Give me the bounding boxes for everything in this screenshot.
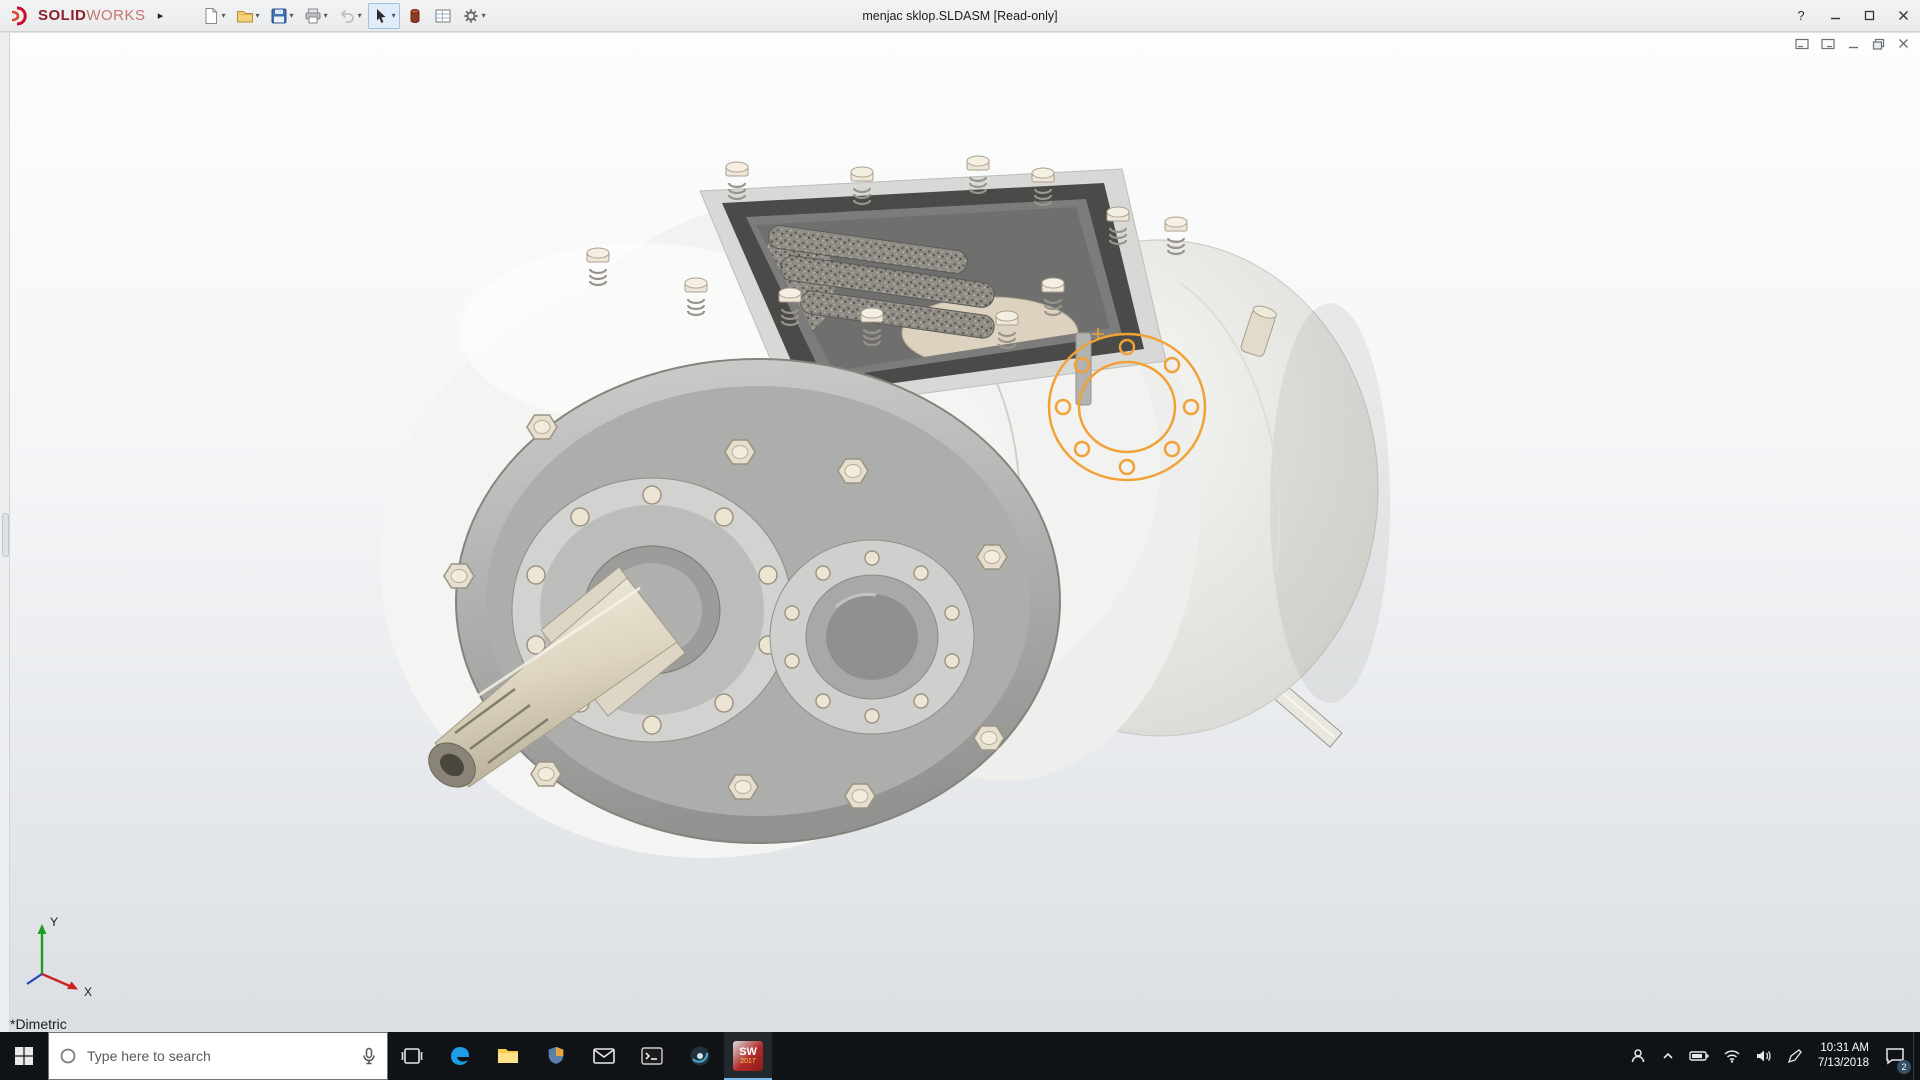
titlebar: SOLIDWORKS ▸ ▾ ▾ ▾ bbox=[0, 0, 1920, 32]
mail-taskbar-button[interactable] bbox=[580, 1032, 628, 1080]
minimize-button[interactable] bbox=[1818, 0, 1852, 31]
network-button[interactable] bbox=[1716, 1032, 1748, 1080]
orientation-triad: Y X bbox=[14, 912, 104, 1002]
gearbox-model[interactable] bbox=[0, 33, 1920, 1032]
security-shield-icon bbox=[545, 1045, 567, 1067]
windows-logo-icon bbox=[14, 1046, 34, 1066]
edge-taskbar-button[interactable] bbox=[436, 1032, 484, 1080]
solidworks-taskbar-button[interactable]: SW 2017 bbox=[724, 1032, 772, 1080]
graphics-viewport[interactable]: Y X *Dimetric bbox=[0, 33, 1920, 1032]
options-button[interactable]: ▾ bbox=[458, 3, 490, 29]
windows-taskbar: Type here to search bbox=[0, 1032, 1920, 1080]
notification-badge: 2 bbox=[1897, 1060, 1911, 1074]
appearance-cylinder-icon bbox=[406, 7, 424, 25]
solidworks-app-icon: SW 2017 bbox=[733, 1041, 763, 1071]
design-table-button[interactable] bbox=[430, 3, 456, 29]
maximize-icon bbox=[1864, 10, 1875, 21]
axis-y-label: Y bbox=[50, 915, 58, 929]
dassault-ds-icon bbox=[8, 6, 34, 26]
save-button[interactable]: ▾ bbox=[266, 3, 298, 29]
window-title: menjac sklop.SLDASM [Read-only] bbox=[862, 9, 1057, 23]
microphone-icon[interactable] bbox=[361, 1047, 377, 1065]
help-button[interactable]: ? bbox=[1784, 0, 1818, 31]
new-document-icon bbox=[202, 7, 220, 25]
command-prompt-taskbar-button[interactable] bbox=[628, 1032, 676, 1080]
appearance-button[interactable] bbox=[402, 3, 428, 29]
battery-icon bbox=[1689, 1049, 1709, 1063]
standard-toolbar: ▾ ▾ ▾ ▾ bbox=[198, 3, 490, 29]
select-tool-button[interactable]: ▾ bbox=[368, 3, 400, 29]
axis-x-label: X bbox=[84, 985, 92, 999]
security-app-taskbar-button[interactable] bbox=[532, 1032, 580, 1080]
close-button[interactable] bbox=[1886, 0, 1920, 31]
save-floppy-icon bbox=[270, 7, 288, 25]
dropdown-arrow-icon[interactable]: ▾ bbox=[256, 12, 260, 20]
view-orientation-label: *Dimetric bbox=[10, 1016, 67, 1032]
cover-boss bbox=[770, 540, 974, 734]
window-controls: ? bbox=[1784, 0, 1920, 31]
cortana-search-icon bbox=[59, 1047, 77, 1065]
dropdown-arrow-icon[interactable]: ▾ bbox=[482, 12, 486, 20]
dropdown-arrow-icon[interactable]: ▾ bbox=[392, 12, 396, 20]
dropdown-arrow-icon[interactable]: ▾ bbox=[324, 12, 328, 20]
minimize-icon bbox=[1830, 10, 1841, 21]
circular-app-icon bbox=[688, 1044, 712, 1068]
taskbar-clock[interactable]: 10:31 AM 7/13/2018 bbox=[1810, 1032, 1877, 1080]
clock-date: 7/13/2018 bbox=[1818, 1056, 1869, 1071]
menu-flyout-button[interactable]: ▸ bbox=[152, 5, 170, 27]
solidworks-logo: SOLIDWORKS bbox=[0, 6, 152, 26]
chevron-up-icon bbox=[1661, 1049, 1675, 1063]
logo-text: SOLIDWORKS bbox=[38, 7, 146, 24]
dropdown-arrow-icon[interactable]: ▾ bbox=[358, 12, 362, 20]
file-explorer-taskbar-button[interactable] bbox=[484, 1032, 532, 1080]
search-placeholder: Type here to search bbox=[87, 1048, 351, 1064]
select-cursor-icon bbox=[372, 7, 390, 25]
task-view-icon bbox=[401, 1045, 423, 1067]
taskbar-search[interactable]: Type here to search bbox=[48, 1032, 388, 1080]
undo-button[interactable]: ▾ bbox=[334, 3, 366, 29]
system-tray: 10:31 AM 7/13/2018 2 bbox=[1622, 1032, 1920, 1080]
command-prompt-icon bbox=[640, 1045, 664, 1067]
hidden-icons-button[interactable] bbox=[1654, 1032, 1682, 1080]
mail-icon bbox=[592, 1045, 616, 1067]
task-view-button[interactable] bbox=[388, 1032, 436, 1080]
maximize-button[interactable] bbox=[1852, 0, 1886, 31]
wifi-icon bbox=[1723, 1049, 1741, 1063]
start-button[interactable] bbox=[0, 1032, 48, 1080]
battery-button[interactable] bbox=[1682, 1032, 1716, 1080]
gear-icon bbox=[462, 7, 480, 25]
people-button[interactable] bbox=[1622, 1032, 1654, 1080]
edge-browser-icon bbox=[448, 1044, 472, 1068]
volume-button[interactable] bbox=[1748, 1032, 1780, 1080]
people-icon bbox=[1629, 1047, 1647, 1065]
clock-time: 10:31 AM bbox=[1820, 1041, 1869, 1056]
pen-icon bbox=[1787, 1048, 1803, 1064]
table-sheet-icon bbox=[434, 7, 452, 25]
show-desktop-button[interactable] bbox=[1913, 1032, 1920, 1080]
undo-icon bbox=[338, 7, 356, 25]
open-button[interactable]: ▾ bbox=[232, 3, 264, 29]
open-folder-icon bbox=[236, 7, 254, 25]
close-icon bbox=[1898, 10, 1909, 21]
file-explorer-icon bbox=[496, 1044, 520, 1068]
speaker-icon bbox=[1755, 1049, 1773, 1063]
dropdown-arrow-icon[interactable]: ▾ bbox=[222, 12, 226, 20]
media-app-taskbar-button[interactable] bbox=[676, 1032, 724, 1080]
pen-workspace-button[interactable] bbox=[1780, 1032, 1810, 1080]
print-button[interactable]: ▾ bbox=[300, 3, 332, 29]
print-icon bbox=[304, 7, 322, 25]
new-document-button[interactable]: ▾ bbox=[198, 3, 230, 29]
dropdown-arrow-icon[interactable]: ▾ bbox=[290, 12, 294, 20]
action-center-button[interactable]: 2 bbox=[1877, 1032, 1913, 1080]
